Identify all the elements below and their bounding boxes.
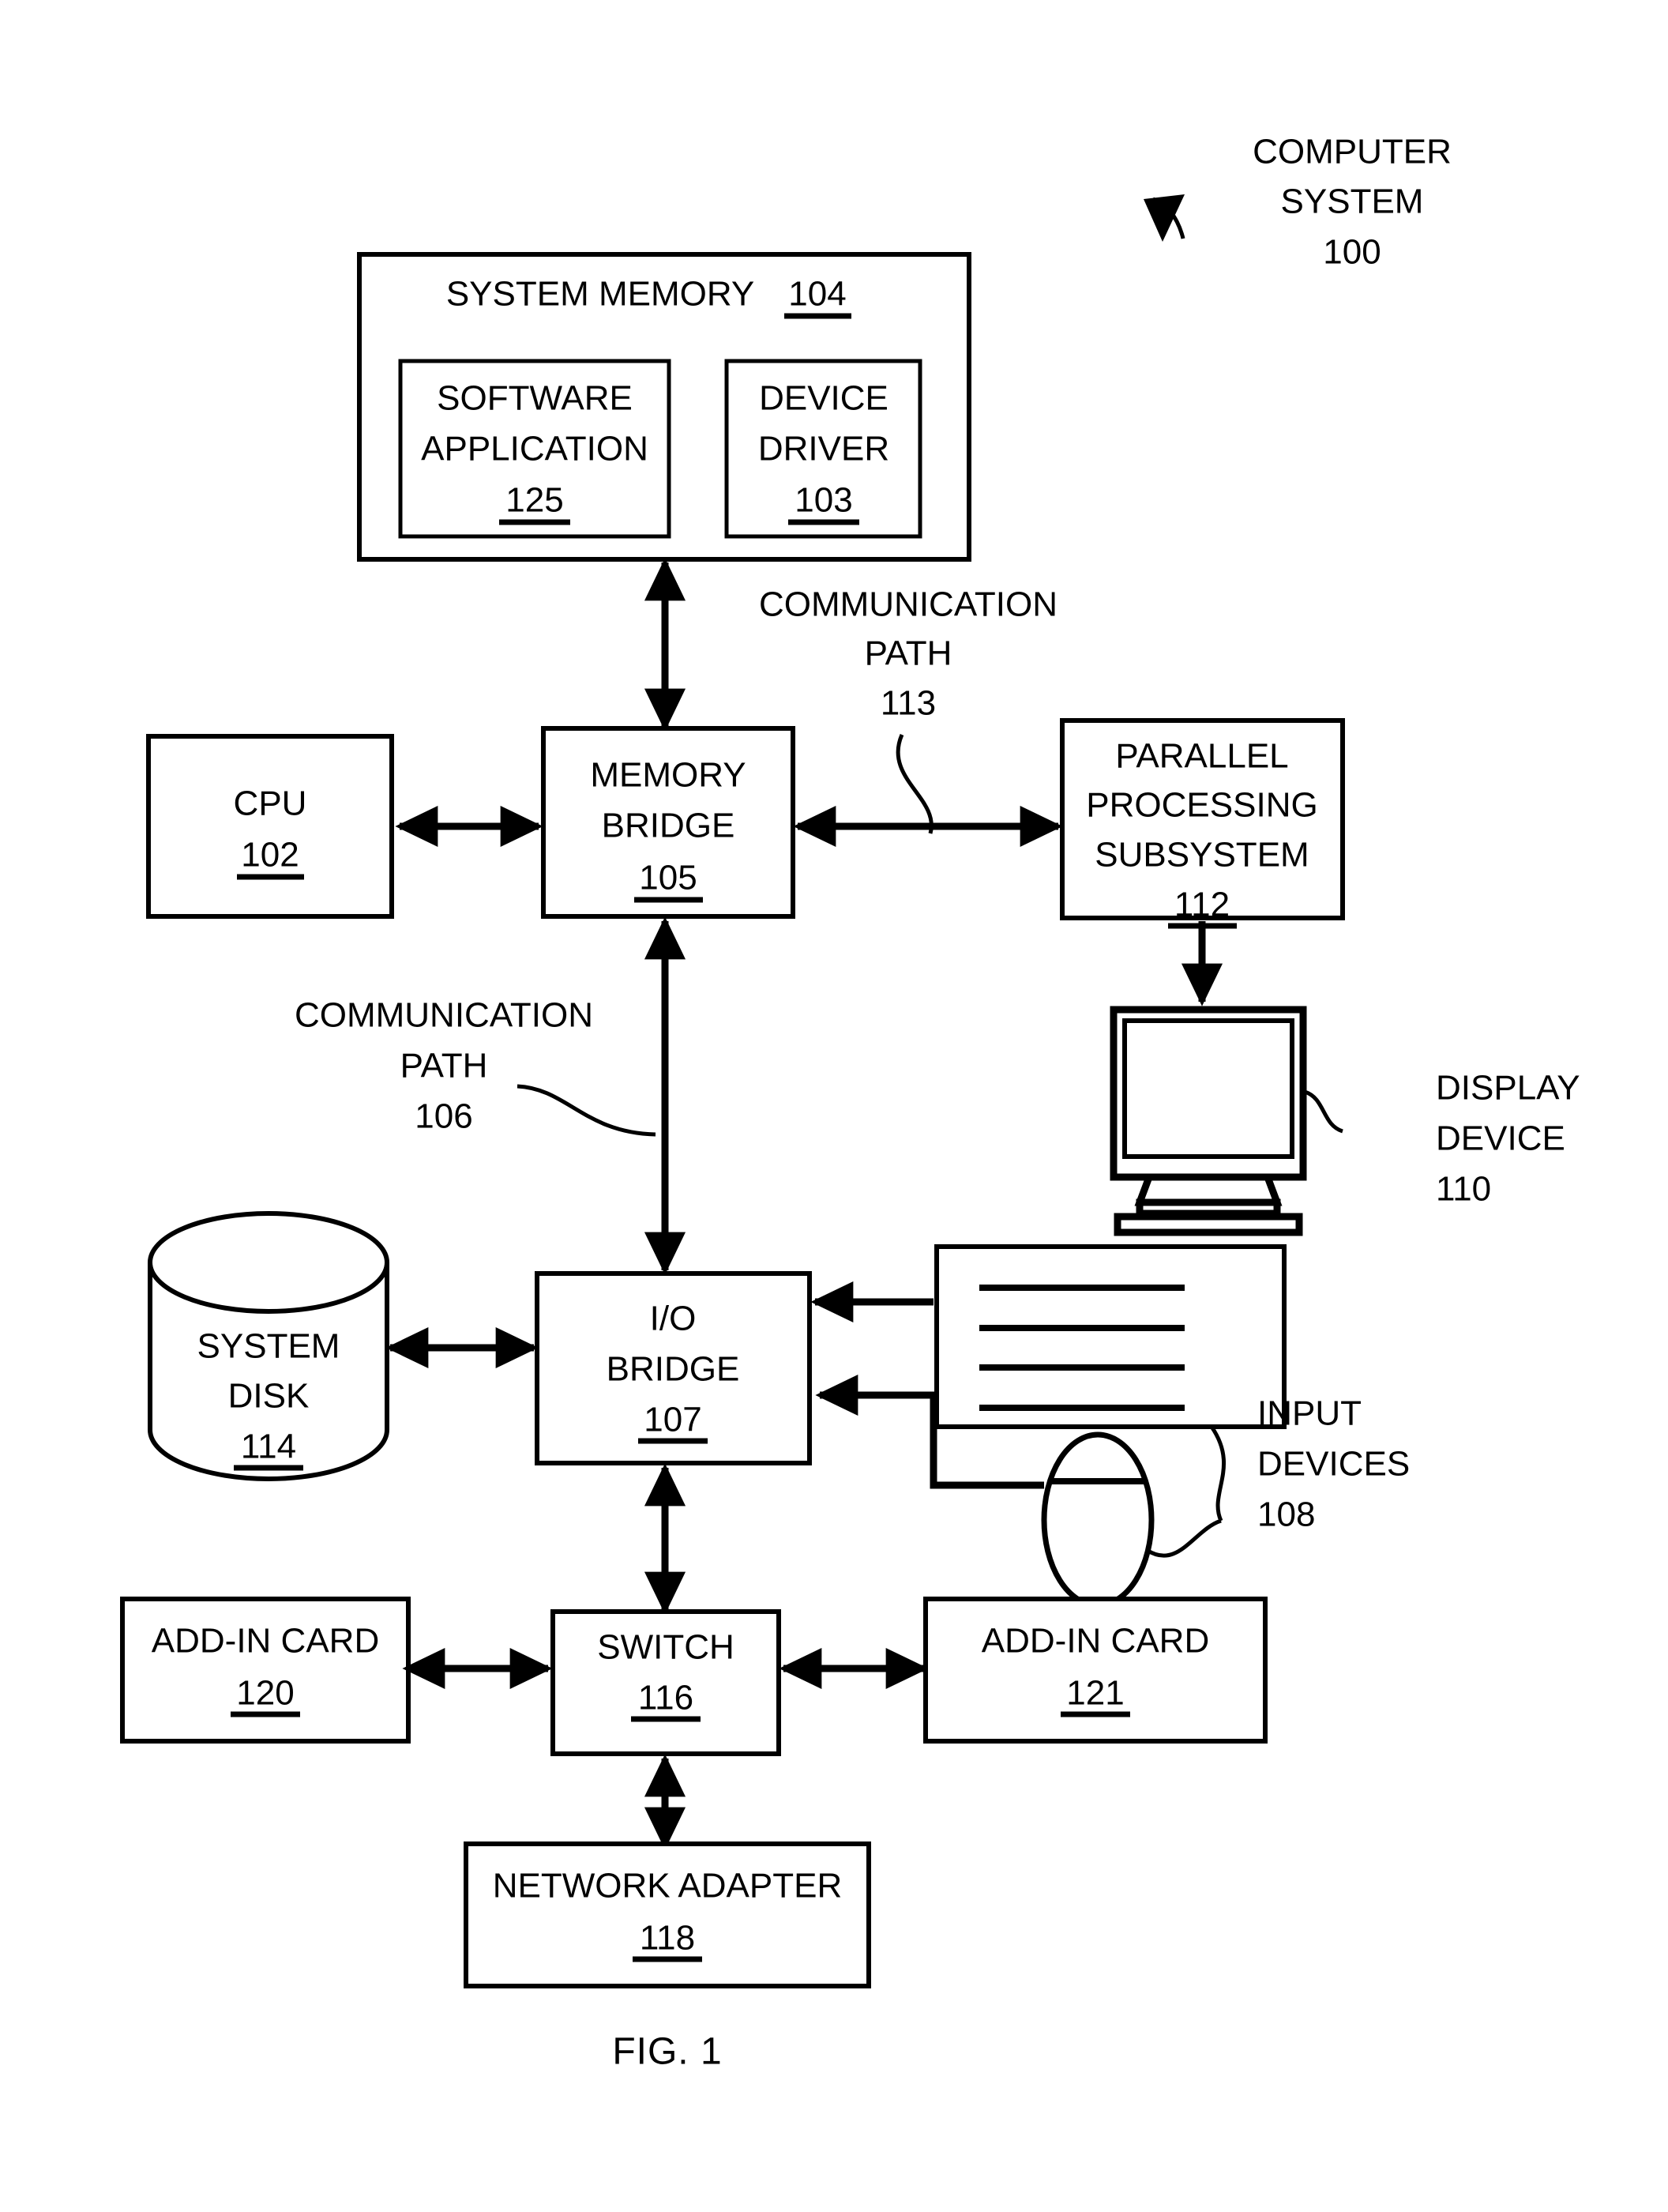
mouse-body-icon xyxy=(1041,1431,1155,1608)
add-in-card-left-label: ADD-IN CARD xyxy=(152,1622,379,1661)
computer-system-block-diagram: COMPUTER SYSTEM 100 SYSTEM MEMORY 104 SO… xyxy=(120,133,1580,2073)
keyboard-icon[interactable] xyxy=(934,1244,1287,1429)
display-device-icon[interactable]: DISPLAY DEVICE 110 xyxy=(1110,1006,1580,1236)
cpu-box[interactable] xyxy=(146,734,394,919)
communication-path-106-line1: COMMUNICATION xyxy=(295,996,593,1035)
system-disk-label-line2: DISK xyxy=(228,1377,310,1416)
cpu-block[interactable]: CPU 102 xyxy=(146,734,394,919)
communication-path-113-leader-line xyxy=(896,734,934,834)
mouse-icon[interactable] xyxy=(1041,1431,1155,1608)
switch-ref: 116 xyxy=(638,1679,693,1717)
device-driver-label-line2: DRIVER xyxy=(758,430,889,468)
memory-bridge-label-line1: MEMORY xyxy=(590,756,746,795)
system-memory-label: SYSTEM MEMORY xyxy=(446,275,754,314)
input-devices-leader-line xyxy=(1145,1425,1226,1558)
communication-path-113-line2: PATH xyxy=(865,634,952,673)
add-in-card-left-block[interactable]: ADD-IN CARD 120 xyxy=(120,1597,411,1744)
switch-label: SWITCH xyxy=(597,1628,734,1667)
monitor-screen-icon xyxy=(1122,1018,1294,1159)
io-bridge-label-line2: BRIDGE xyxy=(607,1350,740,1389)
display-device-label-line2: DEVICE xyxy=(1436,1119,1565,1158)
software-application-label-line2: APPLICATION xyxy=(421,430,648,468)
display-device-label-line1: DISPLAY xyxy=(1436,1069,1580,1108)
cpu-label: CPU xyxy=(234,784,307,823)
system-disk-label-line1: SYSTEM xyxy=(197,1327,340,1366)
computer-system-label-line2: SYSTEM xyxy=(1281,182,1424,221)
network-adapter-box[interactable] xyxy=(464,1841,871,1988)
display-device-ref: 110 xyxy=(1436,1170,1491,1209)
pp-subsystem-label-line3: SUBSYSTEM xyxy=(1095,836,1309,875)
network-adapter-block[interactable]: NETWORK ADAPTER 118 xyxy=(464,1841,871,1988)
monitor-neck-icon xyxy=(1134,1173,1283,1206)
communication-path-113-line1: COMMUNICATION xyxy=(759,585,1058,624)
io-bridge-block[interactable]: I/O BRIDGE 107 xyxy=(535,1271,812,1465)
display-device-leader-line xyxy=(1304,1089,1343,1134)
memory-bridge-ref: 105 xyxy=(639,859,697,897)
network-adapter-ref: 118 xyxy=(640,1919,695,1958)
memory-bridge-block[interactable]: MEMORY BRIDGE 105 xyxy=(541,726,795,919)
input-devices-label-line2: DEVICES xyxy=(1257,1445,1410,1484)
pp-subsystem-label-line1: PARALLEL xyxy=(1115,737,1288,776)
add-in-card-right-label: ADD-IN CARD xyxy=(982,1622,1209,1661)
device-driver-label-line1: DEVICE xyxy=(759,379,888,418)
device-driver-block[interactable]: DEVICE DRIVER 103 xyxy=(724,359,922,539)
pp-subsystem-label-line2: PROCESSING xyxy=(1086,786,1317,825)
input-devices-ref: 108 xyxy=(1257,1495,1315,1534)
communication-path-113-callout: COMMUNICATION PATH 113 xyxy=(759,585,1058,834)
computer-system-callout: COMPUTER SYSTEM 100 xyxy=(1144,133,1452,272)
communication-path-106-callout: COMMUNICATION PATH 106 xyxy=(295,996,656,1137)
software-application-block[interactable]: SOFTWARE APPLICATION 125 xyxy=(398,359,671,539)
keyboard-body-icon xyxy=(934,1244,1287,1429)
system-disk-ref: 114 xyxy=(241,1428,296,1466)
computer-system-ref: 100 xyxy=(1323,233,1381,272)
communication-path-113-ref: 113 xyxy=(881,684,936,723)
system-disk-block[interactable]: SYSTEM DISK 114 xyxy=(148,1211,389,1481)
figure-caption: FIG. 1 xyxy=(612,2031,722,2073)
pp-subsystem-ref: 112 xyxy=(1174,886,1230,924)
computer-system-leader-arrowhead xyxy=(1144,194,1185,242)
system-memory-block[interactable]: SYSTEM MEMORY 104 SOFTWARE APPLICATION 1… xyxy=(357,252,971,562)
add-in-card-right-block[interactable]: ADD-IN CARD 121 xyxy=(923,1597,1268,1744)
cpu-ref: 102 xyxy=(241,836,299,875)
computer-system-label-line1: COMPUTER xyxy=(1253,133,1452,171)
io-bridge-ref: 107 xyxy=(644,1401,701,1439)
switch-block[interactable]: SWITCH 116 xyxy=(550,1609,781,1756)
add-in-card-left-ref: 120 xyxy=(236,1674,294,1713)
io-bridge-label-line1: I/O xyxy=(650,1300,697,1338)
network-adapter-label: NETWORK ADAPTER xyxy=(493,1867,843,1905)
communication-path-106-leader-line xyxy=(517,1084,656,1137)
parallel-processing-subsystem-block[interactable]: PARALLEL PROCESSING SUBSYSTEM 112 xyxy=(1060,718,1345,929)
patent-figure-canvas: COMPUTER SYSTEM 100 SYSTEM MEMORY 104 SO… xyxy=(0,0,1668,2212)
software-application-ref: 125 xyxy=(505,481,563,520)
add-in-card-right-ref: 121 xyxy=(1066,1674,1124,1713)
add-in-card-right-box[interactable] xyxy=(923,1597,1268,1744)
communication-path-106-ref: 106 xyxy=(415,1097,472,1136)
system-disk-cylinder-top xyxy=(148,1211,389,1314)
software-application-label-line1: SOFTWARE xyxy=(437,379,633,418)
add-in-card-left-box[interactable] xyxy=(120,1597,411,1744)
monitor-stand-icon xyxy=(1136,1198,1281,1217)
memory-bridge-label-line2: BRIDGE xyxy=(602,807,735,845)
input-devices-label-line1: INPUT xyxy=(1257,1394,1362,1433)
system-memory-ref: 104 xyxy=(788,275,846,314)
communication-path-106-line2: PATH xyxy=(400,1047,488,1085)
monitor-base-icon xyxy=(1114,1213,1303,1236)
device-driver-ref: 103 xyxy=(795,481,852,520)
